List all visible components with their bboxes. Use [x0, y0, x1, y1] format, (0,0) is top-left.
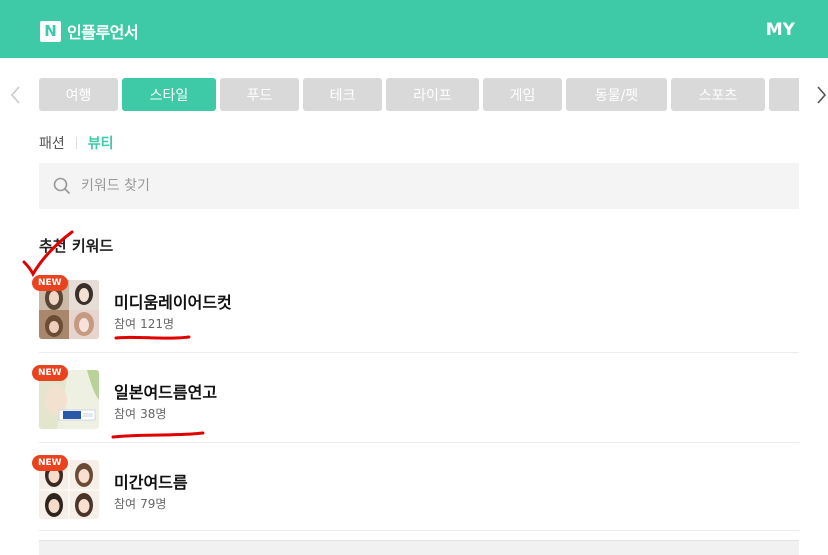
new-badge: NEW	[32, 275, 68, 291]
participation-label: 참여	[114, 407, 137, 421]
tab-style[interactable]: 스타일	[122, 78, 216, 111]
keyword-participation: 참여 121명	[114, 315, 174, 332]
participation-count: 38명	[140, 407, 167, 421]
tab-sports[interactable]: 스포츠	[671, 78, 765, 111]
chevron-left-icon[interactable]	[9, 84, 23, 106]
logo[interactable]: N 인플루언서	[40, 19, 139, 43]
logo-mark: N	[40, 20, 61, 42]
tab-travel[interactable]: 여행	[39, 78, 118, 111]
keyword-name[interactable]: 일본여드름연고	[114, 379, 217, 403]
chevron-right-icon[interactable]	[814, 84, 828, 106]
tab-life[interactable]: 라이프	[386, 78, 479, 111]
search-icon	[53, 177, 71, 195]
new-badge: NEW	[32, 365, 68, 381]
keyword-item[interactable]: NEW 미디움레이어드컷 참여 121명	[32, 263, 799, 353]
category-tabs: 여행 스타일 푸드 테크 라이프 게임 동물/펫 스포츠 엔	[39, 78, 799, 112]
my-page-link[interactable]: MY	[766, 20, 795, 40]
tab-entertainment[interactable]: 엔	[769, 78, 799, 111]
participation-label: 참여	[114, 497, 137, 511]
tab-food[interactable]: 푸드	[220, 78, 299, 111]
keyword-name[interactable]: 미간여드름	[114, 469, 188, 493]
keyword-name[interactable]: 미디움레이어드컷	[114, 289, 232, 313]
subcategory-nav: 패션 뷰티	[39, 133, 114, 153]
tab-game[interactable]: 게임	[483, 78, 562, 111]
keyword-participation: 참여 38명	[114, 405, 166, 422]
participation-label: 참여	[114, 317, 137, 331]
search-box[interactable]	[39, 163, 799, 209]
bottom-more-bar	[39, 540, 799, 555]
participation-count: 79명	[140, 497, 167, 511]
keyword-item[interactable]: NEW 미간여드름 참여 79명	[32, 443, 799, 531]
category-tabs-row: 여행 스타일 푸드 테크 라이프 게임 동물/펫 스포츠 엔	[0, 78, 828, 112]
keyword-list: NEW 미디움레이어드컷 참여 121명 NEW 일본여드름연고 참여 38명	[32, 263, 799, 531]
tab-pets[interactable]: 동물/펫	[566, 78, 667, 111]
keyword-item[interactable]: NEW 일본여드름연고 참여 38명	[32, 353, 799, 443]
subcategory-beauty[interactable]: 뷰티	[88, 133, 114, 153]
category-tabs-viewport: 여행 스타일 푸드 테크 라이프 게임 동물/펫 스포츠 엔	[39, 78, 799, 112]
subcategory-fashion[interactable]: 패션	[39, 133, 65, 153]
search-input[interactable]	[81, 178, 681, 194]
logo-text: 인플루언서	[67, 23, 139, 42]
subcategory-divider	[75, 137, 77, 149]
keyword-participation: 참여 79명	[114, 495, 166, 512]
tab-tech[interactable]: 테크	[303, 78, 382, 111]
app-header: N 인플루언서 MY	[0, 0, 828, 58]
new-badge: NEW	[32, 455, 68, 471]
participation-count: 121명	[140, 317, 175, 331]
section-title: 추천 키워드	[39, 237, 114, 255]
